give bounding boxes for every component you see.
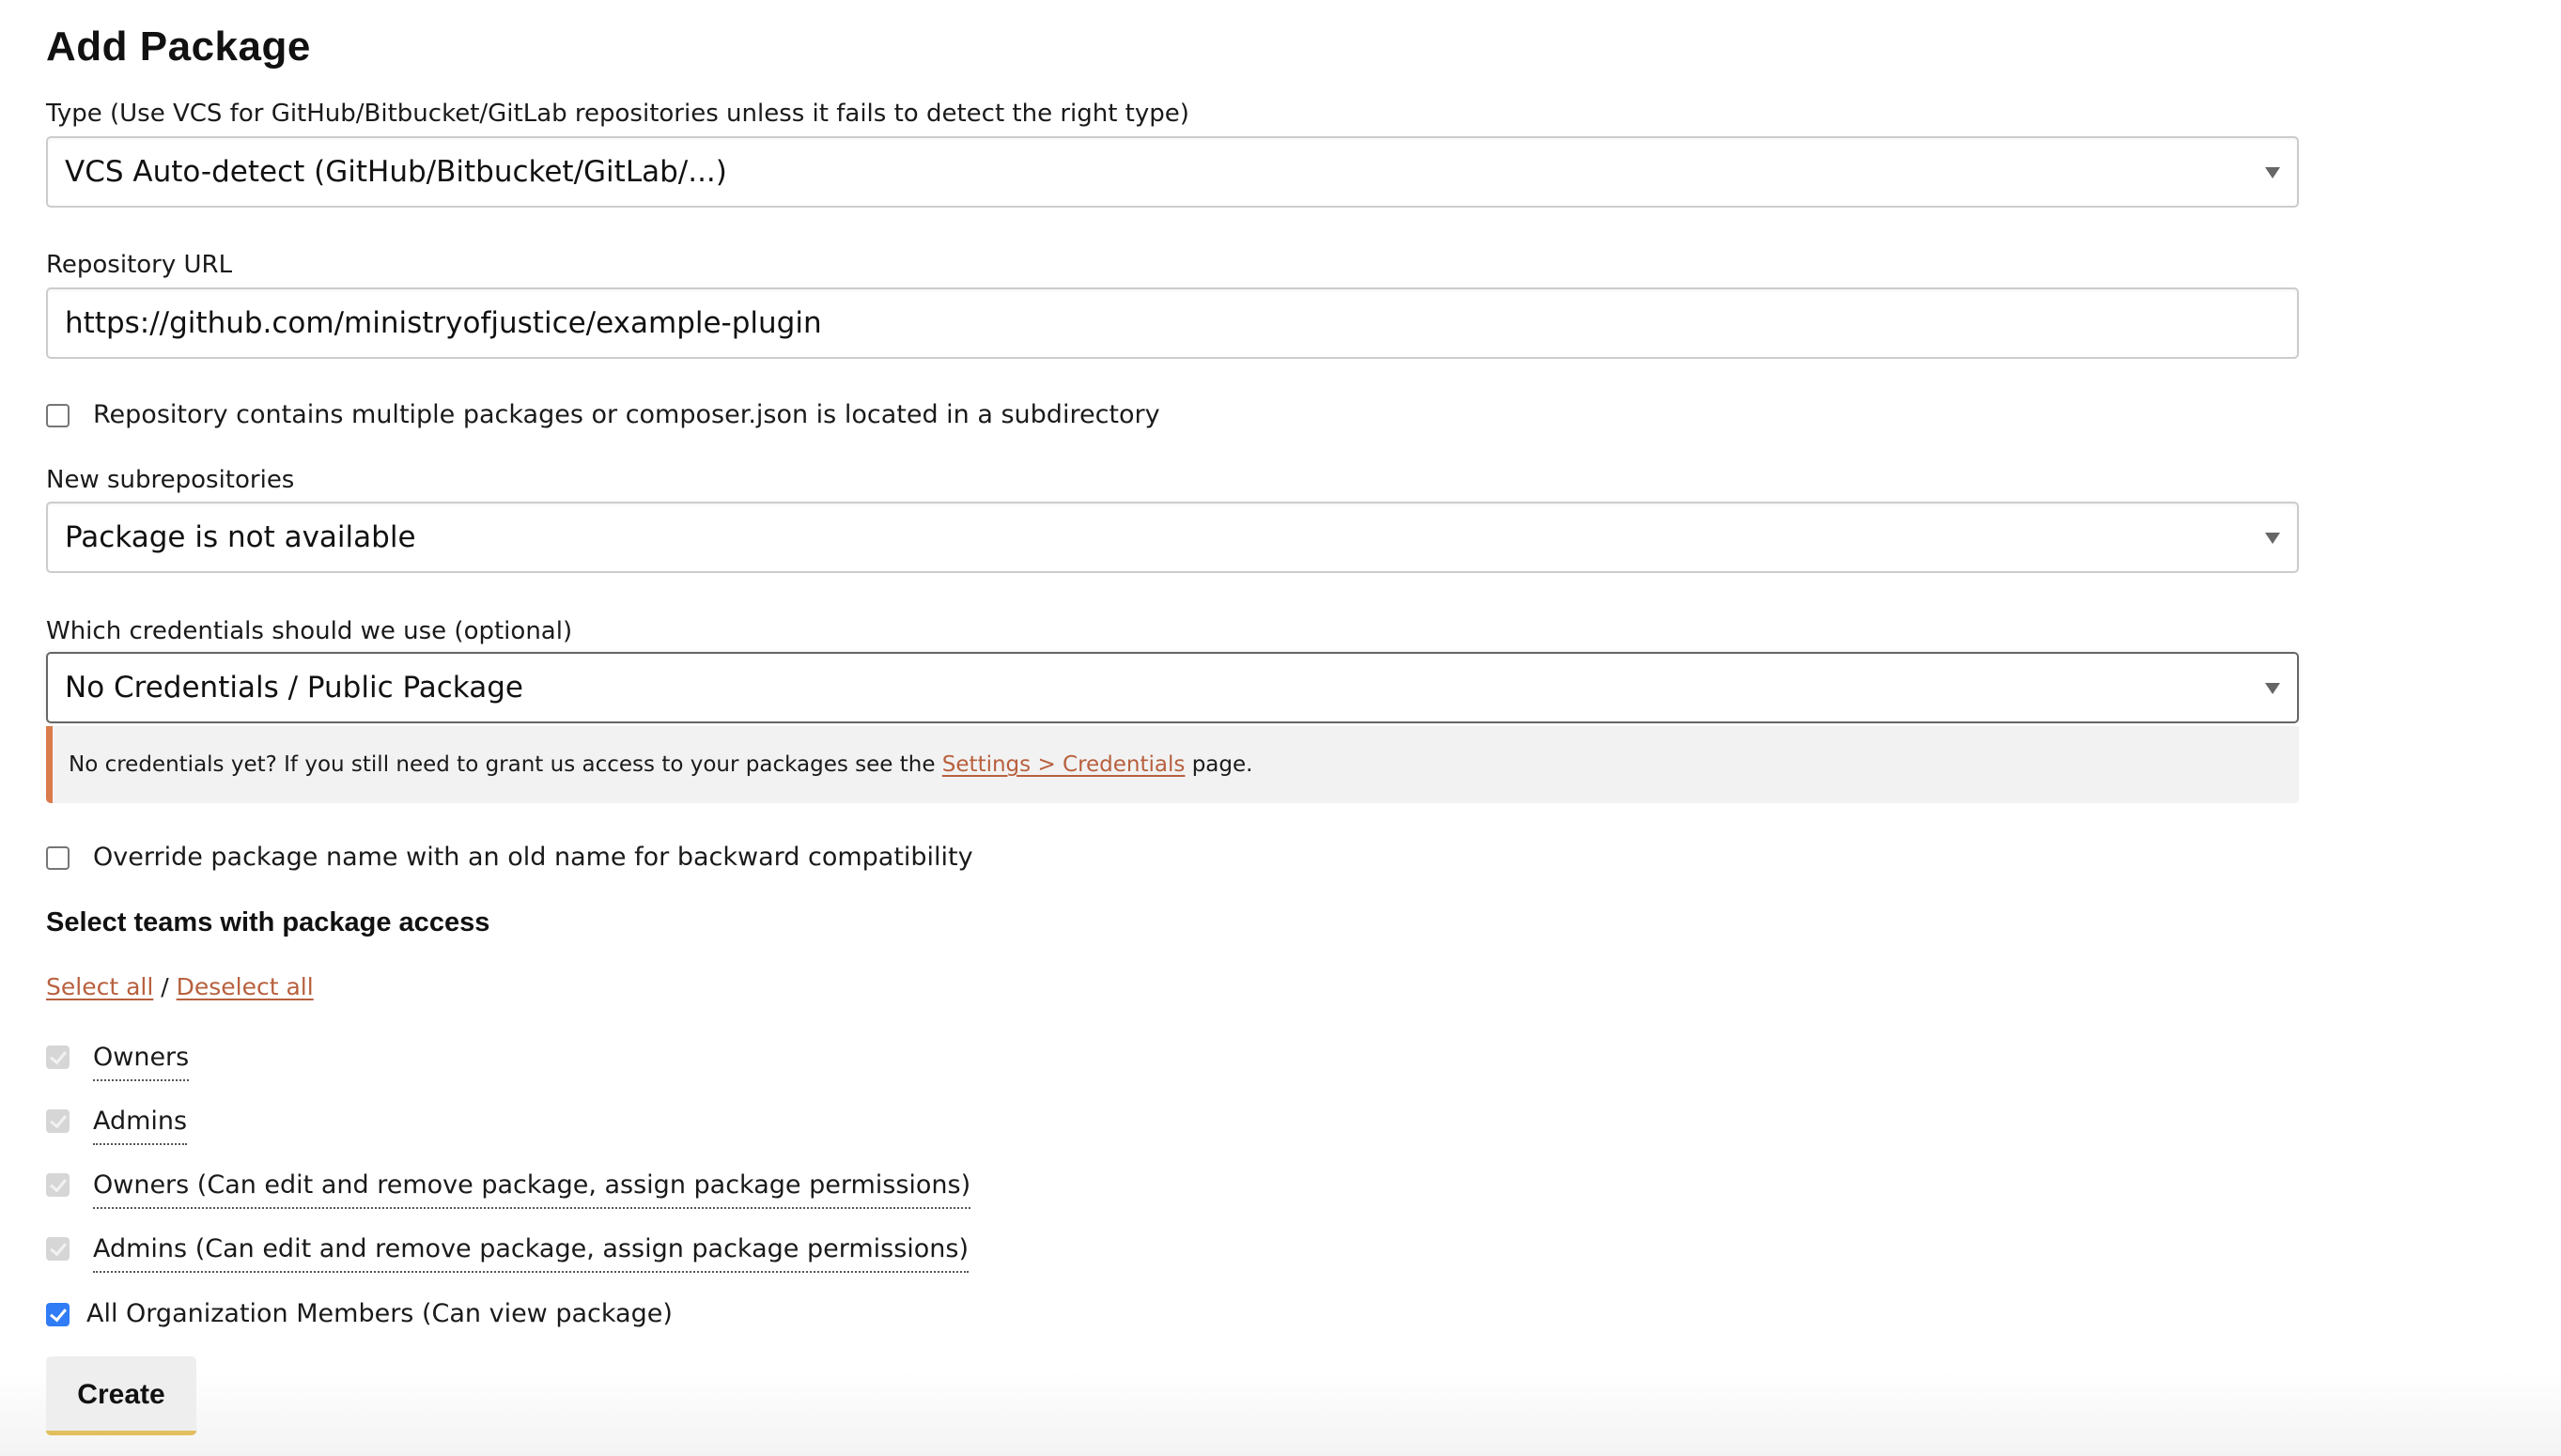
credentials-select-value: No Credentials / Public Package [65, 671, 523, 705]
team-item[interactable]: Admins (Can edit and remove package, ass… [46, 1234, 970, 1273]
page-title: Add Package [46, 23, 311, 70]
type-select[interactable]: VCS Auto-detect (GitHub/Bitbucket/GitLab… [46, 136, 2299, 208]
repository-url-label: Repository URL [46, 251, 233, 279]
select-all-link[interactable]: Select all [46, 973, 153, 1000]
team-checkbox-disabled [46, 1046, 70, 1069]
multiple-packages-row[interactable]: Repository contains multiple packages or… [46, 399, 1160, 431]
team-item[interactable]: Owners (Can edit and remove package, ass… [46, 1170, 971, 1209]
override-name-checkbox[interactable] [46, 845, 70, 870]
check-icon [50, 1110, 67, 1129]
team-item[interactable]: Owners [46, 1043, 190, 1081]
team-item-all-members[interactable]: All Organization Members (Can view packa… [46, 1298, 673, 1330]
all-members-checkbox[interactable] [46, 1302, 70, 1326]
credentials-notice: No credentials yet? If you still need to… [46, 726, 2299, 803]
chevron-down-icon [2265, 683, 2280, 694]
chevron-down-icon [2265, 167, 2280, 178]
team-checkbox-disabled [46, 1109, 70, 1133]
new-subrepositories-label: New subrepositories [46, 466, 295, 494]
override-name-label: Override package name with an old name f… [93, 843, 973, 872]
select-links-separator: / [153, 973, 177, 1000]
all-members-label: All Organization Members (Can view packa… [86, 1299, 673, 1328]
team-item[interactable]: Admins [46, 1107, 188, 1145]
credentials-label: Which credentials should we use (optiona… [46, 617, 573, 645]
multiple-packages-label: Repository contains multiple packages or… [93, 400, 1160, 429]
credentials-select[interactable]: No Credentials / Public Package [46, 652, 2299, 723]
check-icon [50, 1304, 67, 1322]
new-subrepositories-select-value: Package is not available [65, 520, 416, 554]
teams-heading: Select teams with package access [46, 907, 490, 937]
credentials-notice-text-before: No credentials yet? If you still need to… [69, 752, 942, 777]
chevron-down-icon [2265, 533, 2280, 544]
type-label: Type (Use VCS for GitHub/Bitbucket/GitLa… [46, 100, 1189, 128]
check-icon [50, 1174, 67, 1193]
check-icon [50, 1046, 67, 1065]
team-label: Admins [93, 1106, 188, 1145]
multiple-packages-checkbox[interactable] [46, 403, 70, 427]
override-name-row[interactable]: Override package name with an old name f… [46, 842, 973, 874]
create-button[interactable]: Create [46, 1356, 196, 1435]
new-subrepositories-select[interactable]: Package is not available [46, 502, 2299, 573]
select-links: Select all / Deselect all [46, 971, 314, 1003]
team-checkbox-disabled [46, 1173, 70, 1197]
repository-url-input[interactable]: https://github.com/ministryofjustice/exa… [46, 287, 2299, 359]
credentials-notice-text: No credentials yet? If you still need to… [69, 726, 1252, 803]
check-icon [50, 1238, 67, 1257]
team-label: Owners (Can edit and remove package, ass… [93, 1169, 971, 1209]
repository-url-value: https://github.com/ministryofjustice/exa… [65, 306, 822, 340]
settings-credentials-link[interactable]: Settings > Credentials [942, 752, 1186, 777]
team-checkbox-disabled [46, 1237, 70, 1261]
team-label: Owners [93, 1042, 190, 1081]
team-label: Admins (Can edit and remove package, ass… [93, 1233, 970, 1273]
deselect-all-link[interactable]: Deselect all [177, 973, 314, 1000]
type-select-value: VCS Auto-detect (GitHub/Bitbucket/GitLab… [65, 155, 727, 189]
credentials-notice-text-after: page. [1185, 752, 1253, 777]
